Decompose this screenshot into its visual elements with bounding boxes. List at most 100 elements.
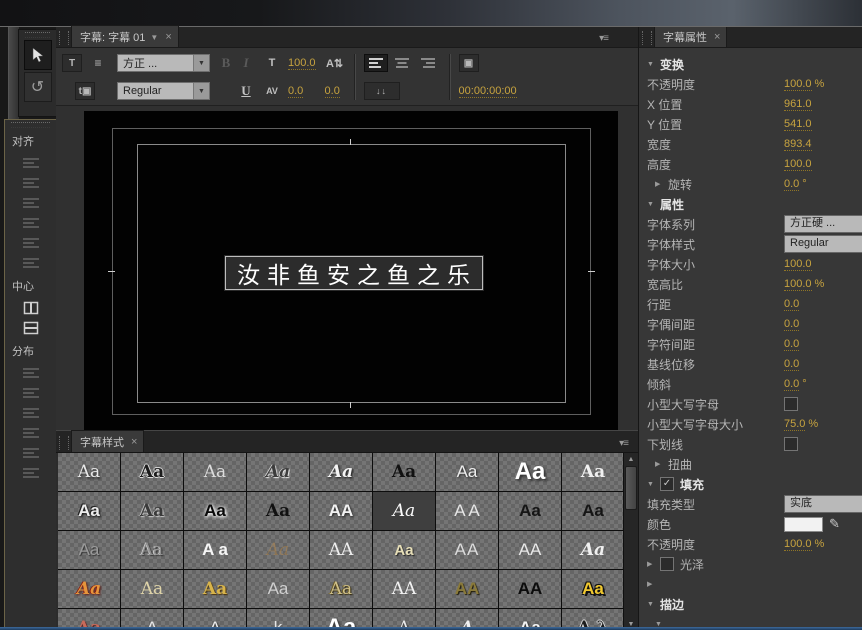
property-value[interactable]: 0.0 <box>784 358 799 371</box>
distribute-horizontal-center-icon[interactable] <box>18 405 44 421</box>
center-vertical-icon[interactable] <box>18 320 44 336</box>
align-vertical-bottom-icon[interactable] <box>18 255 44 271</box>
style-swatch[interactable]: AA <box>310 531 372 569</box>
style-swatch[interactable]: Aa <box>58 453 120 491</box>
rotation-tool-button[interactable]: ↺ <box>24 72 52 102</box>
style-swatch[interactable]: AA <box>373 570 435 608</box>
font-family-select[interactable]: 方正 ... ▼ <box>117 54 210 72</box>
property-value[interactable]: 100.0 <box>784 538 812 551</box>
property-value[interactable]: 100.0 <box>784 78 812 91</box>
collapse-arrow-icon[interactable]: ▼ <box>647 201 660 208</box>
style-swatch[interactable]: Aa <box>121 531 183 569</box>
style-swatch[interactable]: AA <box>310 492 372 530</box>
style-swatch[interactable]: Aa <box>184 492 246 530</box>
property-value[interactable]: 0.0 <box>784 178 799 191</box>
property-value[interactable]: 100.0 <box>784 258 812 271</box>
align-center-button[interactable] <box>390 54 414 72</box>
checkbox[interactable] <box>784 397 798 411</box>
eyedropper-icon[interactable]: ✎ <box>829 516 840 532</box>
styles-scrollbar[interactable]: ▲ ▼ <box>623 453 638 630</box>
collapse-arrow-icon[interactable]: ▼ <box>647 601 660 608</box>
property-value[interactable]: 0.0 <box>784 318 799 331</box>
expand-arrow-icon[interactable]: ▶ <box>655 180 668 188</box>
property-value[interactable]: 0.0 <box>784 338 799 351</box>
property-value[interactable]: 0.0 <box>784 378 799 391</box>
italic-button[interactable]: I <box>239 55 253 71</box>
align-vertical-top-icon[interactable] <box>18 175 44 191</box>
expand-arrow-icon[interactable]: ▶ <box>647 560 660 568</box>
selection-tool-button[interactable] <box>24 40 52 70</box>
style-swatch[interactable]: Aa <box>562 453 623 491</box>
property-value[interactable]: 75.0 <box>784 418 805 431</box>
tab-title-styles[interactable]: 字幕样式 × <box>71 430 144 452</box>
panel-menu-icon[interactable]: ▾≡ <box>599 33 608 47</box>
style-swatch[interactable]: Aa <box>247 453 309 491</box>
style-swatch[interactable]: Aa <box>562 531 623 569</box>
tab-stops-icon[interactable]: ↓↓ <box>364 82 400 100</box>
align-right-button[interactable] <box>416 54 440 72</box>
style-swatch[interactable]: AA <box>436 531 498 569</box>
close-icon[interactable]: × <box>165 33 171 42</box>
property-dropdown[interactable]: 方正硬 ... <box>784 215 862 233</box>
scroll-up-icon[interactable]: ▲ <box>628 453 635 466</box>
property-value[interactable]: 100.0 <box>784 278 812 291</box>
style-swatch[interactable]: Aa <box>184 570 246 608</box>
align-horizontal-center-icon[interactable] <box>18 195 44 211</box>
font-style-select[interactable]: Regular ▼ <box>117 82 210 100</box>
style-swatch[interactable]: Aa <box>562 570 623 608</box>
background-video-timecode[interactable]: 00:00:00:00 <box>459 85 517 98</box>
roll-crawl-options-icon[interactable]: ≡ <box>88 54 108 72</box>
style-swatch[interactable]: AA <box>499 531 561 569</box>
distribute-vertical-center-icon[interactable] <box>18 425 44 441</box>
expand-arrow-icon[interactable]: ▶ <box>647 580 660 588</box>
center-horizontal-icon[interactable] <box>18 300 44 316</box>
fill-color-swatch[interactable] <box>784 517 823 532</box>
style-swatch[interactable]: Aa <box>499 492 561 530</box>
close-icon[interactable]: × <box>714 33 720 42</box>
close-icon[interactable]: × <box>131 438 137 447</box>
checkbox[interactable]: ✓ <box>660 477 674 491</box>
show-background-video-icon[interactable]: ▣ <box>459 54 479 72</box>
style-swatch[interactable]: Aa <box>373 531 435 569</box>
title-canvas[interactable]: 汝非鱼安之鱼之乐 <box>84 111 618 431</box>
style-swatch[interactable]: Aa <box>310 570 372 608</box>
templates-icon[interactable]: t▣ <box>75 82 95 100</box>
title-text-object[interactable]: 汝非鱼安之鱼之乐 <box>225 256 483 290</box>
property-value[interactable]: 0.0 <box>784 298 799 311</box>
style-swatch[interactable]: Aa <box>373 492 435 530</box>
style-swatch[interactable]: Aa <box>247 492 309 530</box>
scrollbar-thumb[interactable] <box>625 466 637 510</box>
style-swatch[interactable]: Aa <box>499 453 561 491</box>
new-title-icon[interactable]: T <box>62 54 82 72</box>
underline-button[interactable]: U <box>239 83 253 99</box>
style-swatch[interactable]: Aa <box>58 492 120 530</box>
font-size-value[interactable]: 100.0 <box>288 57 316 70</box>
style-swatch[interactable]: Aa <box>373 453 435 491</box>
panel-menu-icon[interactable]: ▾≡ <box>619 438 628 452</box>
style-swatch[interactable]: Aa <box>247 570 309 608</box>
collapse-arrow-icon[interactable]: ▼ <box>647 61 660 68</box>
distribute-vertical-top-icon[interactable] <box>18 385 44 401</box>
style-swatch[interactable]: Aa <box>121 492 183 530</box>
style-swatch[interactable]: Aa <box>58 570 120 608</box>
style-swatch[interactable]: Aa <box>121 453 183 491</box>
checkbox[interactable] <box>660 557 674 571</box>
style-swatch[interactable]: A a <box>184 531 246 569</box>
collapse-arrow-icon[interactable]: ▼ <box>647 481 660 488</box>
expand-arrow-icon[interactable]: ▶ <box>655 460 668 468</box>
style-swatch[interactable]: Aa <box>58 531 120 569</box>
align-left-button[interactable] <box>364 54 388 72</box>
align-horizontal-right-icon[interactable] <box>18 235 44 251</box>
checkbox[interactable] <box>784 437 798 451</box>
distribute-vertical-bottom-icon[interactable] <box>18 465 44 481</box>
property-value[interactable]: 893.4 <box>784 138 812 151</box>
kerning-value[interactable]: 0.0 <box>288 85 303 98</box>
style-swatch[interactable]: AA <box>499 570 561 608</box>
distribute-horizontal-right-icon[interactable] <box>18 445 44 461</box>
tab-title-properties[interactable]: 字幕属性 × <box>654 27 727 47</box>
align-horizontal-left-icon[interactable] <box>18 155 44 171</box>
style-swatch[interactable]: AA <box>436 570 498 608</box>
tab-title-editor[interactable]: 字幕: 字幕 01 ▼ × <box>71 25 179 47</box>
property-value[interactable]: 100.0 <box>784 158 812 171</box>
property-value[interactable]: 541.0 <box>784 118 812 131</box>
